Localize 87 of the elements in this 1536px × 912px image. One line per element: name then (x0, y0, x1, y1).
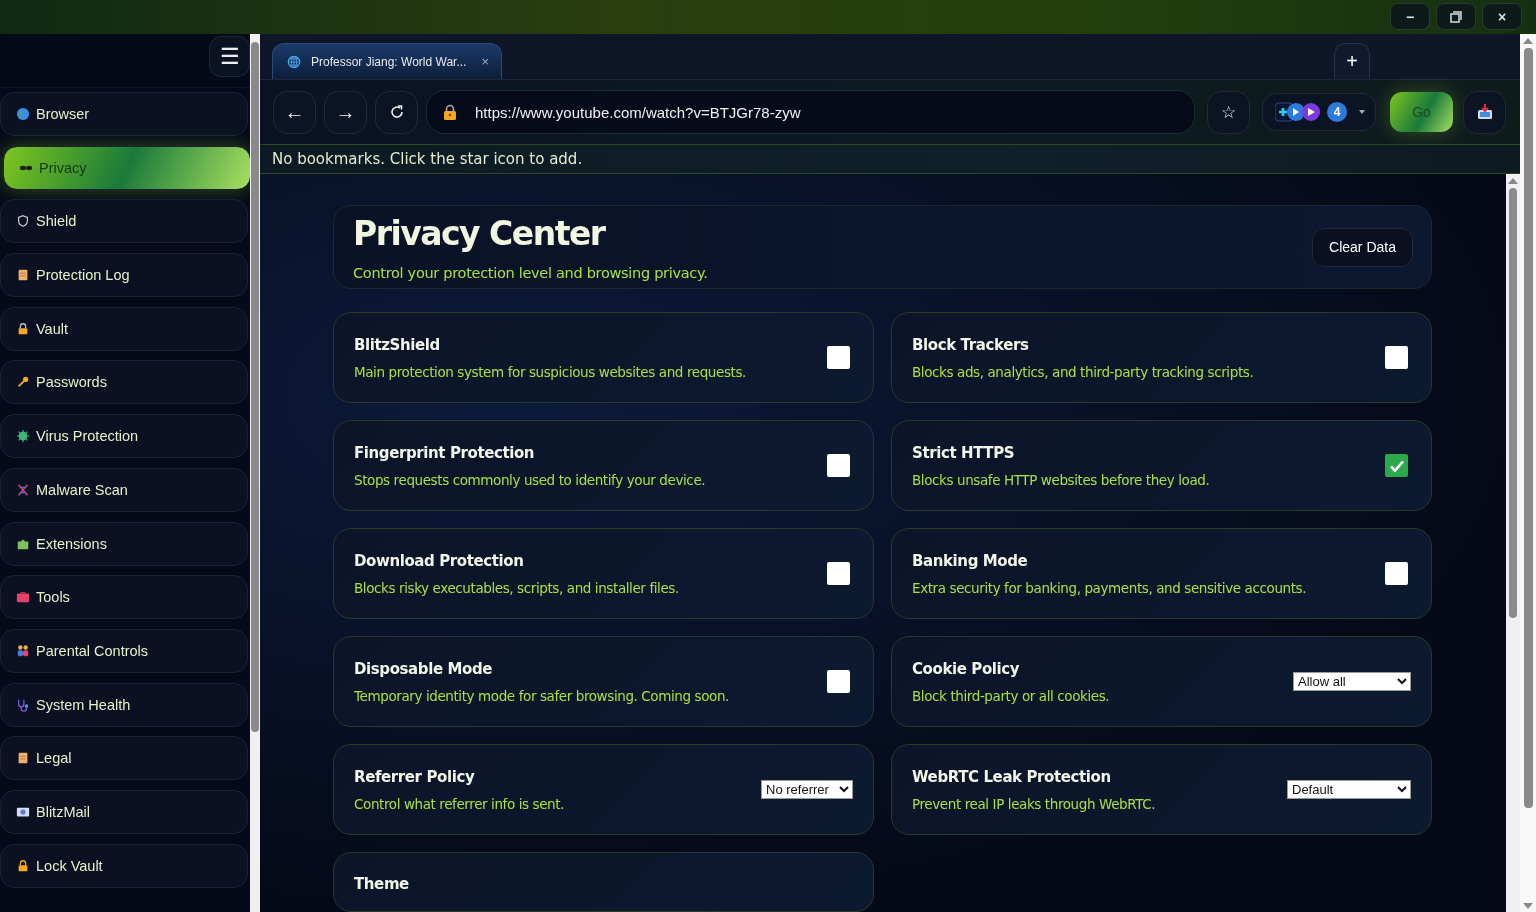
address-bar[interactable]: https://www.youtube.com/watch?v=BTJGr78-zyw (426, 90, 1195, 134)
sidebar-item[interactable]: Extensions (0, 521, 248, 566)
setting-title: Fingerprint Protection (354, 443, 536, 462)
browser-tab[interactable]: Professor Jiang: World War... × (272, 43, 502, 79)
sidebar-item[interactable]: BlitzMail (0, 789, 248, 834)
forward-button[interactable]: → (324, 90, 367, 134)
minimize-button[interactable]: − (1390, 3, 1430, 30)
menu-button[interactable]: ☰ (209, 36, 250, 77)
setting-title: Block Trackers (912, 335, 1030, 354)
checkbox[interactable] (1385, 346, 1408, 369)
sidebar-item[interactable]: Privacy (3, 145, 251, 190)
sidebar-item[interactable]: System Health (0, 682, 248, 727)
setting-description: Prevent real IP leaks through WebRTC. (912, 795, 1156, 812)
sidebar-item[interactable]: Malware Scan (0, 467, 248, 512)
setting-description: Extra security for banking, payments, and sensitive accounts. (912, 579, 1307, 596)
setting-title: Strict HTTPS (912, 443, 1016, 462)
toolbox-icon (16, 590, 30, 605)
setting-description: Temporary identity mode for safer browsing. Coming soon. (354, 687, 729, 704)
page-title: Privacy Center (353, 213, 607, 253)
setting-title: Theme (354, 875, 409, 893)
padlock-icon (443, 104, 457, 120)
stethoscope-icon (16, 697, 30, 712)
shield-icon (16, 214, 30, 229)
checkbox[interactable] (827, 454, 850, 477)
sidebar-item[interactable]: Browser (0, 92, 248, 136)
extension-icons (1275, 101, 1321, 123)
setting-title: Download Protection (354, 551, 525, 570)
setting-description: Blocks ads, analytics, and third-party tracking scripts. (912, 363, 1254, 380)
extension-count-badge: 4 (1327, 102, 1347, 122)
padlock-icon (16, 321, 30, 336)
caret-icon (1359, 110, 1365, 114)
back-button[interactable]: ← (273, 90, 316, 134)
setting-title: Banking Mode (912, 551, 1029, 570)
setting-title: Disposable Mode (354, 659, 494, 678)
germ-icon (16, 429, 30, 444)
globe-icon (287, 54, 301, 69)
sidebar-item[interactable]: Lock Vault (0, 843, 248, 888)
key-icon (16, 375, 30, 390)
family-icon (16, 643, 30, 658)
dropdown[interactable]: Allow all (1293, 672, 1411, 691)
sidebar-item[interactable]: Parental Controls (0, 628, 248, 673)
scrollbar[interactable] (1520, 34, 1536, 912)
download-tray-icon (1476, 104, 1493, 120)
setting-description: Blocks risky executables, scripts, and installer files. (354, 579, 679, 596)
download-button[interactable] (1463, 90, 1506, 134)
clear-data-button[interactable]: Clear Data (1312, 227, 1413, 267)
checkbox[interactable] (1385, 454, 1408, 477)
padlock-icon (16, 858, 30, 873)
page-subtitle: Control your protection level and browsing privacy. (353, 264, 708, 281)
new-tab-button[interactable]: + (1334, 43, 1370, 79)
setting-description: Block third-party or all cookies. (912, 687, 1110, 704)
maximize-button[interactable] (1436, 3, 1476, 30)
setting-description: Stops requests commonly used to identify your device. (354, 471, 706, 488)
maximize-icon (1450, 10, 1462, 23)
setting-title: Cookie Policy (912, 659, 1021, 678)
checkbox[interactable] (827, 670, 850, 693)
dropdown[interactable]: No referrer (761, 780, 853, 799)
sidebar-item[interactable]: Passwords (0, 360, 248, 405)
sidebar-item[interactable]: Virus Protection (0, 414, 248, 459)
extensions-menu[interactable]: 4 (1262, 93, 1376, 131)
close-button[interactable]: × (1482, 3, 1522, 30)
setting-title: BlitzShield (354, 335, 441, 354)
reload-button[interactable] (375, 90, 418, 134)
scroll-icon (16, 751, 30, 766)
setting-description: Control what referrer info is sent. (354, 795, 565, 812)
scrollbar[interactable] (1506, 174, 1520, 912)
bookmark-star-button[interactable]: ☆ (1207, 90, 1250, 134)
tab-title: Professor Jiang: World War... (311, 54, 468, 69)
checkbox[interactable] (1385, 562, 1408, 585)
dropdown[interactable]: Default (1287, 780, 1411, 799)
setting-title: WebRTC Leak Protection (912, 767, 1112, 786)
checkbox[interactable] (827, 346, 850, 369)
setting-description: Blocks unsafe HTTP websites before they load. (912, 471, 1210, 488)
globe-icon (16, 107, 30, 121)
scrollbar[interactable] (250, 34, 260, 912)
setting-title: Referrer Policy (354, 767, 476, 786)
scroll-icon (16, 268, 30, 283)
close-tab-button[interactable]: × (481, 54, 489, 69)
checkbox[interactable] (827, 562, 850, 585)
sidebar-item[interactable]: Vault (0, 306, 248, 351)
sidebar-item[interactable]: Legal (0, 736, 248, 781)
setting-description: Main protection system for suspicious websites and requests. (354, 363, 746, 380)
sidebar-item[interactable]: Protection Log (0, 253, 248, 298)
sidebar-item[interactable]: Tools (0, 575, 248, 620)
bookmarks-message: No bookmarks. Click the star icon to add. (260, 144, 1520, 174)
reload-icon (388, 104, 405, 120)
sidebar-item[interactable]: Shield (0, 199, 248, 244)
